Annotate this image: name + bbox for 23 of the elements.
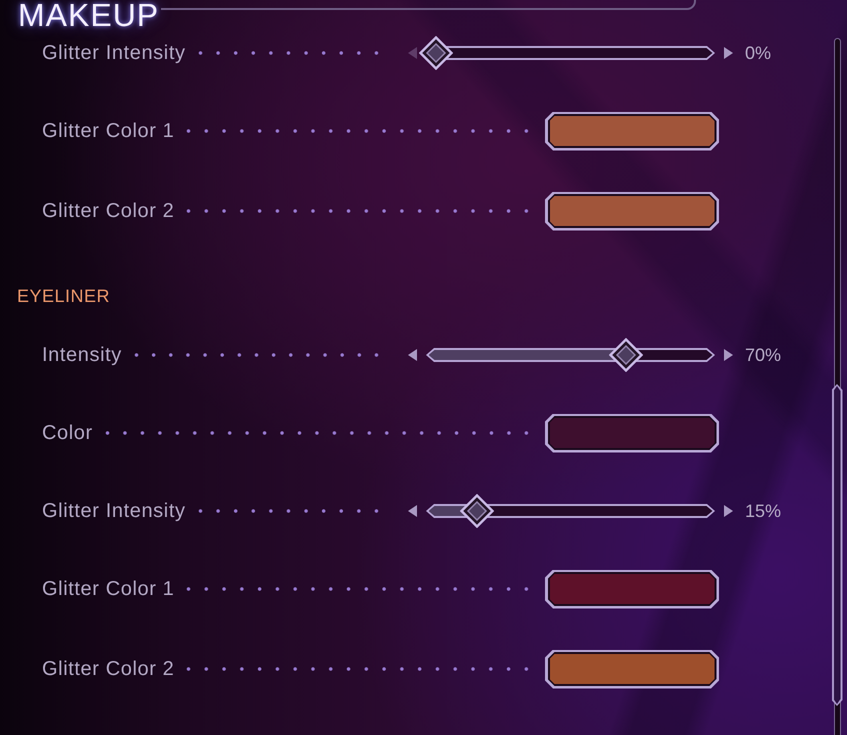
- setting-label: Color: [42, 421, 93, 445]
- slider-thumb[interactable]: [419, 36, 453, 70]
- setting-label: Glitter Intensity: [42, 499, 186, 523]
- slider-value: 0%: [745, 42, 772, 64]
- setting-label: Intensity: [42, 343, 122, 367]
- setting-label: Glitter Color 2: [42, 199, 174, 223]
- section-heading: EYELINER: [17, 286, 110, 306]
- slider-thumb[interactable]: [608, 338, 643, 372]
- setting-label: Glitter Color 1: [42, 577, 174, 601]
- scrollbar-thumb[interactable]: [832, 384, 842, 706]
- slider-value: 15%: [745, 500, 782, 522]
- setting-label: Glitter Color 1: [42, 119, 174, 143]
- left-arrow-icon[interactable]: [408, 349, 417, 361]
- slider-value: 70%: [745, 344, 782, 366]
- right-arrow-icon[interactable]: [724, 47, 733, 59]
- right-arrow-icon[interactable]: [724, 349, 733, 361]
- section-title: MAKEUP: [18, 0, 160, 30]
- right-arrow-icon[interactable]: [724, 505, 733, 517]
- setting-label: Glitter Color 2: [42, 657, 174, 681]
- scrollbar-track[interactable]: [834, 38, 841, 735]
- left-arrow-icon[interactable]: [408, 505, 417, 517]
- setting-label: Glitter Intensity: [42, 41, 186, 65]
- slider-thumb[interactable]: [460, 494, 494, 528]
